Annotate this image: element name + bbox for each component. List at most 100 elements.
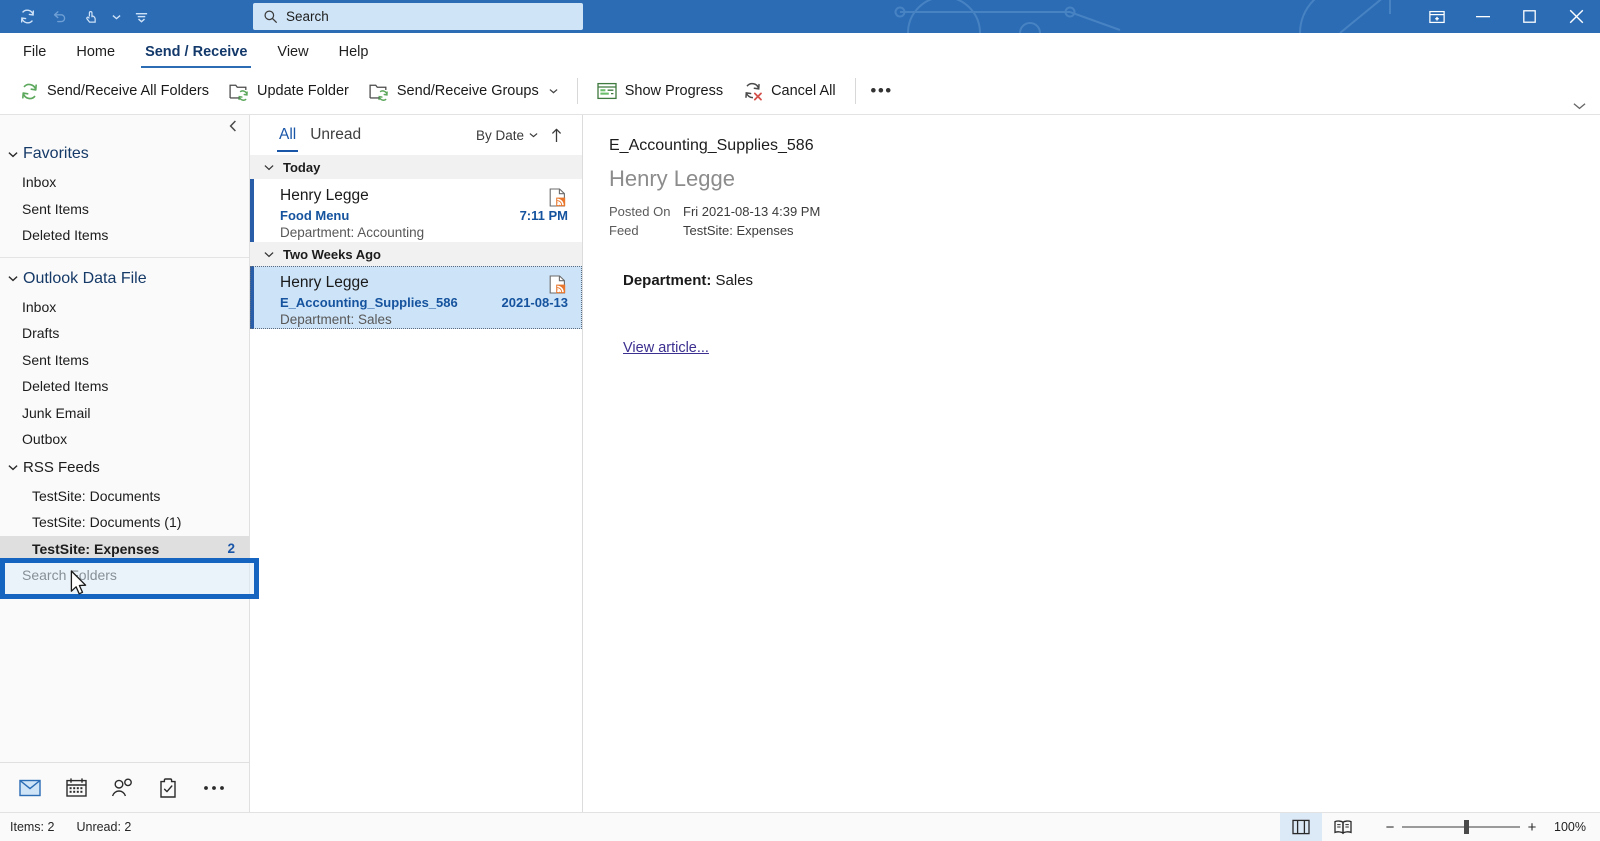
reading-pane: E_Accounting_Supplies_586 Henry Legge Po… bbox=[583, 115, 1600, 812]
folder-tree: Favorites Inbox Sent Items Deleted Items… bbox=[0, 137, 249, 762]
update-folder-icon bbox=[229, 84, 248, 101]
search-box[interactable]: Search bbox=[253, 3, 583, 30]
ribbon-collapse-chevron-down-icon[interactable] bbox=[1573, 102, 1586, 110]
tab-help[interactable]: Help bbox=[324, 35, 384, 68]
sidebar-item-drafts[interactable]: Drafts bbox=[0, 320, 249, 347]
view-article-link[interactable]: View article... bbox=[623, 340, 709, 356]
filter-unread[interactable]: Unread bbox=[303, 121, 368, 149]
meta-row-posted-on: Posted On Fri 2021-08-13 4:39 PM bbox=[609, 202, 1600, 221]
unread-accent-bar bbox=[250, 266, 254, 329]
message-sender: Henry Legge bbox=[280, 274, 369, 291]
zoom-level-label[interactable]: 100% bbox=[1550, 820, 1600, 834]
sidebar-item-favorites-deleted-items[interactable]: Deleted Items bbox=[0, 222, 249, 249]
more-nav-icon[interactable] bbox=[198, 773, 230, 803]
meta-label: Posted On bbox=[609, 204, 671, 219]
chevron-down-icon[interactable] bbox=[6, 464, 20, 471]
tasks-icon[interactable] bbox=[152, 773, 184, 803]
zoom-in-button[interactable]: + bbox=[1520, 819, 1544, 836]
tab-view[interactable]: View bbox=[262, 35, 323, 68]
touch-mode-icon[interactable] bbox=[76, 4, 106, 30]
cancel-all-label: Cancel All bbox=[771, 83, 836, 99]
sort-direction-button[interactable] bbox=[544, 122, 568, 148]
meta-value: TestSite: Expenses bbox=[683, 223, 794, 238]
sidebar-item-testsite-documents-1[interactable]: TestSite: Documents (1) bbox=[0, 509, 249, 536]
folder-group-favorites[interactable]: Favorites bbox=[0, 139, 249, 169]
message-date: 7:11 PM bbox=[519, 208, 568, 223]
customize-qat-icon[interactable] bbox=[126, 4, 156, 30]
send-receive-all-icon[interactable] bbox=[12, 4, 42, 30]
group-header-two-weeks-ago[interactable]: Two Weeks Ago bbox=[250, 242, 582, 266]
zoom-slider-thumb[interactable] bbox=[1464, 820, 1469, 834]
undo-icon[interactable] bbox=[44, 4, 74, 30]
mail-icon[interactable] bbox=[14, 773, 46, 803]
collapse-folder-pane-button[interactable] bbox=[0, 115, 249, 137]
send-receive-groups-chevron-down-icon[interactable] bbox=[549, 88, 558, 94]
close-icon[interactable] bbox=[1553, 0, 1600, 33]
meta-value: Fri 2021-08-13 4:39 PM bbox=[683, 204, 821, 219]
chevron-down-icon[interactable] bbox=[264, 251, 274, 258]
tab-home[interactable]: Home bbox=[61, 35, 130, 68]
main-area: Favorites Inbox Sent Items Deleted Items… bbox=[0, 115, 1600, 812]
sidebar-item-deleted-items[interactable]: Deleted Items bbox=[0, 373, 249, 400]
minimize-icon[interactable] bbox=[1459, 0, 1506, 33]
rss-document-icon bbox=[546, 187, 568, 207]
sidebar-item-label: Sent Items bbox=[22, 351, 89, 368]
sidebar-item-testsite-expenses[interactable]: TestSite: Expenses 2 bbox=[0, 535, 249, 562]
show-progress-button[interactable]: Show Progress bbox=[587, 74, 733, 108]
reading-view-icon[interactable] bbox=[1322, 813, 1364, 841]
show-progress-icon bbox=[597, 82, 617, 100]
sort-by-button[interactable]: By Date bbox=[470, 122, 544, 148]
ribbon-tabs: File Home Send / Receive View Help bbox=[0, 33, 1600, 68]
chevron-down-icon[interactable] bbox=[264, 164, 274, 171]
folder-group-outlook-data-file-label: Outlook Data File bbox=[23, 269, 147, 287]
tab-help-label: Help bbox=[338, 43, 369, 60]
maximize-icon[interactable] bbox=[1506, 0, 1553, 33]
sidebar-item-favorites-sent-items[interactable]: Sent Items bbox=[0, 196, 249, 223]
sidebar-item-inbox[interactable]: Inbox bbox=[0, 294, 249, 321]
ribbon-display-options-icon[interactable] bbox=[1415, 0, 1459, 33]
send-receive-groups-button[interactable]: Send/Receive Groups bbox=[359, 74, 568, 108]
title-bar: Search bbox=[0, 0, 1600, 33]
group-header-today[interactable]: Today bbox=[250, 155, 582, 179]
zoom-out-button[interactable]: − bbox=[1378, 819, 1402, 836]
search-input-text[interactable]: Search bbox=[286, 9, 329, 24]
chevron-down-icon[interactable] bbox=[6, 275, 20, 282]
sidebar-item-rss-feeds[interactable]: RSS Feeds bbox=[0, 453, 249, 483]
message-list-item-e-accounting-supplies-586[interactable]: Henry Legge E_Accounting_Supplies_586 20… bbox=[250, 266, 582, 329]
cancel-all-button[interactable]: Cancel All bbox=[733, 74, 845, 108]
show-progress-label: Show Progress bbox=[624, 83, 724, 99]
folder-group-outlook-data-file[interactable]: Outlook Data File bbox=[0, 264, 249, 294]
sidebar-item-testsite-documents[interactable]: TestSite: Documents bbox=[0, 483, 249, 510]
meta-row-feed: Feed TestSite: Expenses bbox=[609, 221, 1600, 240]
status-bar-right: − + 100% bbox=[1280, 812, 1600, 841]
ribbon-overflow-button[interactable]: ••• bbox=[865, 76, 899, 106]
sidebar-item-favorites-inbox[interactable]: Inbox bbox=[0, 169, 249, 196]
zoom-slider[interactable] bbox=[1402, 819, 1520, 835]
ribbon-separator-2 bbox=[854, 78, 856, 104]
quick-access-toolbar bbox=[0, 4, 156, 30]
reading-pane-meta: Posted On Fri 2021-08-13 4:39 PM Feed Te… bbox=[609, 202, 1600, 240]
message-list-pane: All Unread By Date Today Henry Legge Foo… bbox=[250, 115, 583, 812]
zoom-control: − + bbox=[1364, 819, 1550, 836]
touch-mode-chevron-down-icon[interactable] bbox=[108, 4, 124, 30]
sidebar-item-search-folders[interactable]: Search Folders bbox=[0, 562, 249, 589]
send-receive-all-folders-button[interactable]: Send/Receive All Folders bbox=[10, 74, 219, 108]
sidebar-item-junk-email[interactable]: Junk Email bbox=[0, 400, 249, 427]
tab-send-receive[interactable]: Send / Receive bbox=[130, 35, 262, 68]
message-list-header: All Unread By Date bbox=[250, 115, 582, 155]
zoom-slider-rail bbox=[1402, 826, 1520, 828]
update-folder-button[interactable]: Update Folder bbox=[219, 74, 359, 108]
calendar-icon[interactable] bbox=[60, 773, 92, 803]
sidebar-item-label: Search Folders bbox=[22, 567, 117, 584]
filter-unread-label: Unread bbox=[310, 126, 362, 143]
normal-view-icon[interactable] bbox=[1280, 812, 1322, 841]
filter-all[interactable]: All bbox=[272, 121, 303, 152]
chevron-down-icon[interactable] bbox=[6, 151, 20, 158]
sidebar-item-sent-items[interactable]: Sent Items bbox=[0, 347, 249, 374]
message-list-item-food-menu[interactable]: Henry Legge Food Menu 7:11 PM Department… bbox=[250, 179, 582, 242]
sidebar-item-outbox[interactable]: Outbox bbox=[0, 426, 249, 453]
message-preview: Department: Accounting bbox=[280, 225, 425, 240]
chevron-left-icon bbox=[229, 120, 236, 132]
tab-file[interactable]: File bbox=[8, 35, 61, 68]
people-icon[interactable] bbox=[106, 773, 138, 803]
